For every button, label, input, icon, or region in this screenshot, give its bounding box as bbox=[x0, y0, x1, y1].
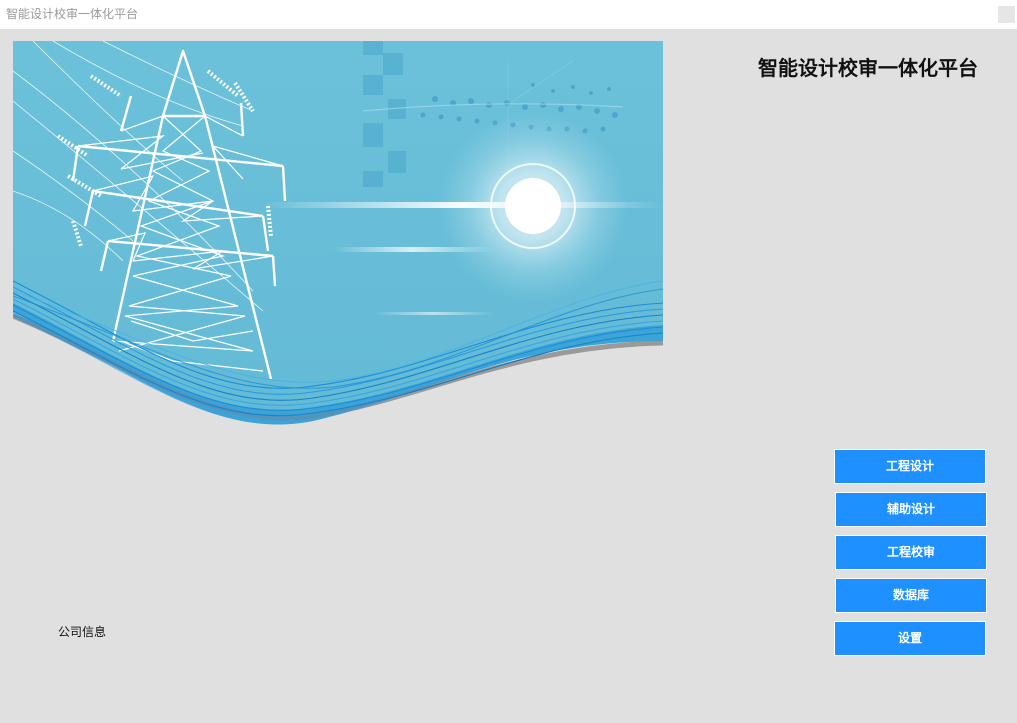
main-window: 智能设计校审一体化平台 智能设计校审一体化平台 公司信息 工程设计 辅助设计 工… bbox=[0, 0, 1017, 723]
title-bar: 智能设计校审一体化平台 bbox=[0, 0, 1017, 29]
auxiliary-design-button[interactable]: 辅助设计 bbox=[835, 492, 987, 527]
engineering-design-button[interactable]: 工程设计 bbox=[834, 449, 986, 484]
settings-button[interactable]: 设置 bbox=[834, 621, 986, 656]
banner-image bbox=[13, 41, 663, 499]
company-info-link[interactable]: 公司信息 bbox=[58, 623, 106, 640]
engineering-review-button[interactable]: 工程校审 bbox=[835, 535, 987, 570]
close-button[interactable] bbox=[998, 6, 1015, 23]
power-tower-illustration bbox=[13, 41, 663, 499]
window-title: 智能设计校审一体化平台 bbox=[6, 7, 139, 21]
app-title: 智能设计校审一体化平台 bbox=[758, 56, 978, 80]
database-button[interactable]: 数据库 bbox=[835, 578, 987, 613]
